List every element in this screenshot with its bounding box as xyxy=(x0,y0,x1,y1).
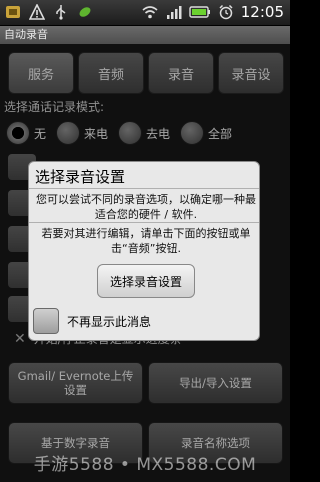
alarm-icon xyxy=(217,3,235,21)
dont-show-again-checkbox[interactable] xyxy=(33,308,59,334)
record-settings-dialog: 选择录音设置 您可以尝试不同的录音选项，以确定哪一种最适合您的硬件 / 软件. … xyxy=(28,161,260,341)
leaf-icon xyxy=(76,3,94,21)
warning-icon xyxy=(28,3,46,21)
divider xyxy=(29,222,259,223)
status-right-icons: 12:05 xyxy=(141,3,284,21)
divider xyxy=(29,188,259,189)
dialog-message: 您可以尝试不同的录音选项，以确定哪一种最适合您的硬件 / 软件. xyxy=(36,193,256,221)
battery-icon xyxy=(189,3,211,21)
status-time: 12:05 xyxy=(240,3,284,21)
dont-show-again-label: 不再显示此消息 xyxy=(67,315,152,329)
dialog-title: 选择录音设置 xyxy=(35,168,126,186)
wifi-icon xyxy=(141,3,159,21)
select-record-settings-button[interactable]: 选择录音设置 xyxy=(97,264,195,298)
status-bar: 12:05 xyxy=(0,0,290,26)
dialog-instruction: 若要对其进行编辑，请单击下面的按钮或单击“音频”按钮. xyxy=(41,227,251,255)
app-title: 自动录音 xyxy=(0,26,290,44)
usb-icon xyxy=(52,3,70,21)
app-notification-icon xyxy=(4,3,22,21)
watermark: 手游5588 • MX5588.COM xyxy=(33,455,257,475)
status-left-icons xyxy=(4,3,94,21)
signal-icon xyxy=(165,3,183,21)
